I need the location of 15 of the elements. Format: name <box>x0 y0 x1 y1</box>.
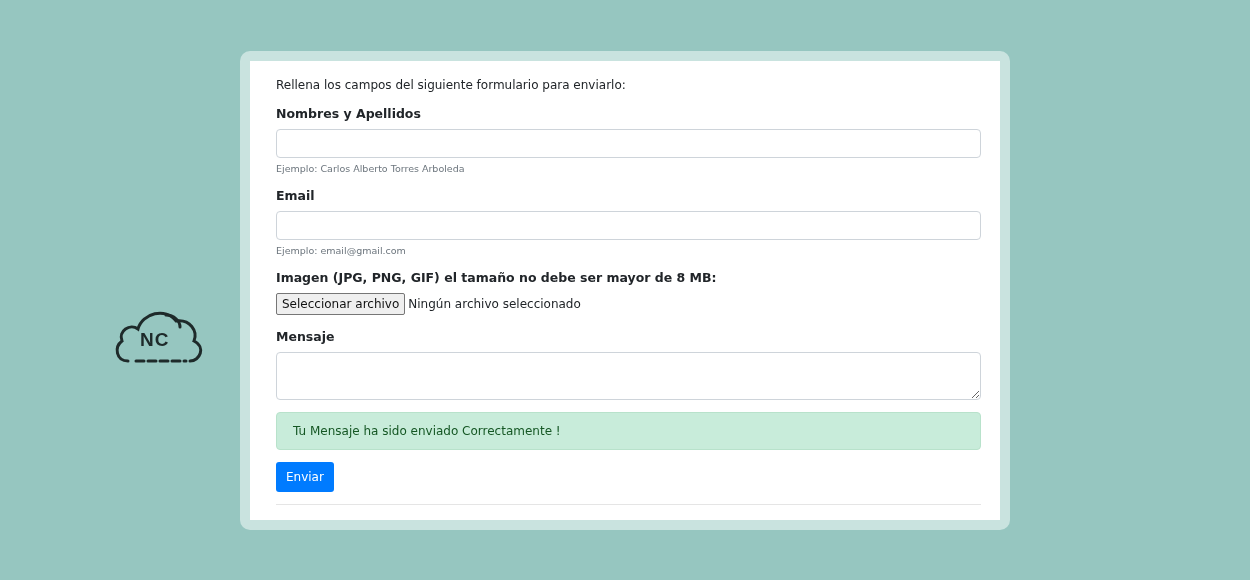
help-text: Ejemplo: Carlos Alberto Torres Arboleda <box>276 163 466 174</box>
help-text: Ejemplo: email@gmail.com <box>276 245 407 256</box>
success-alert: Tu Mensaje ha sido enviado Correctamente ! <box>276 412 981 450</box>
intro-text: Rellena los campos del siguiente formulario para enviarlo: <box>276 78 627 92</box>
field-label: Imagen (JPG, PNG, GIF) el tamaño no debe ser mayor de 8 MB: <box>276 270 718 285</box>
input-field[interactable] <box>276 129 981 158</box>
field-label: Nombres y Apellidos <box>276 106 422 121</box>
field-label: Email <box>276 188 316 203</box>
input-field[interactable] <box>276 211 981 240</box>
field-label: Mensaje <box>276 329 336 344</box>
logo-text: NC <box>140 329 170 351</box>
submit-button[interactable]: Enviar <box>276 462 334 492</box>
message-field[interactable] <box>276 352 981 400</box>
file-status-text: Ningún archivo seleccionado <box>408 297 581 311</box>
file-select-button[interactable]: Seleccionar archivo <box>276 293 406 315</box>
